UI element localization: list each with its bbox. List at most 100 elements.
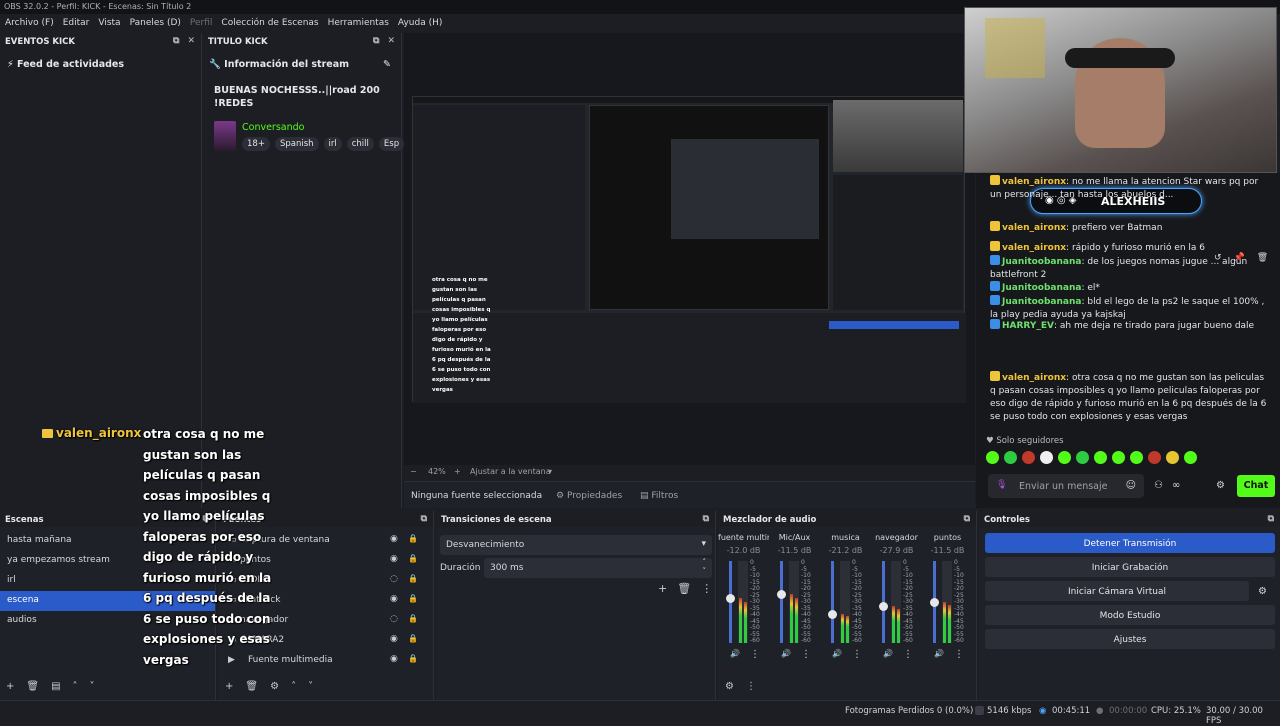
more-icon[interactable]: ⋮ (852, 649, 862, 660)
float-icon[interactable]: ⧉ (703, 514, 709, 524)
chat-username[interactable]: HARRY_EV (1002, 321, 1054, 331)
lock-icon[interactable]: 🔒 (408, 534, 418, 543)
speaker-icon[interactable]: 🔊 (883, 649, 893, 658)
float-icon[interactable]: ⧉ (173, 36, 179, 46)
link-icon[interactable]: ∞ (1172, 480, 1180, 491)
volume-fader[interactable] (780, 561, 783, 643)
add-icon[interactable]: + (6, 681, 14, 692)
float-icon[interactable]: ⧉ (964, 514, 970, 524)
more-icon[interactable]: ⋮ (801, 649, 811, 660)
fader-knob[interactable] (879, 602, 888, 611)
chat-input[interactable]: 🎙 Enviar un mensaje ☺ (988, 474, 1144, 498)
emote-icon[interactable] (1058, 451, 1071, 464)
menu-item[interactable]: Colección de Escenas (221, 18, 318, 33)
advanced-audio-icon[interactable]: ⚙ (725, 681, 734, 692)
menu-item[interactable]: Paneles (D) (130, 18, 181, 33)
menu-item[interactable]: Archivo (F) (5, 18, 54, 33)
volume-fader[interactable] (831, 561, 834, 643)
emoji-icon[interactable]: ☺ (1126, 480, 1136, 491)
fader-knob[interactable] (777, 590, 786, 599)
emote-icon[interactable] (1022, 451, 1035, 464)
more-icon[interactable]: ⋮ (746, 681, 756, 692)
properties-button[interactable]: ⚙ Propiedades (556, 491, 622, 501)
chevron-down-icon[interactable]: ▾ (548, 467, 552, 476)
lock-icon[interactable]: 🔒 (408, 634, 418, 643)
trash-icon[interactable]: 🗑 (26, 681, 39, 692)
reply-icon[interactable]: ↺ (1214, 253, 1222, 267)
visibility-icon[interactable]: ◌ (390, 574, 398, 584)
zoom-out-icon[interactable]: − (410, 467, 417, 476)
control-button[interactable]: Modo Estudio (985, 605, 1275, 625)
filter-icon[interactable]: ▤ (51, 681, 60, 692)
more-icon[interactable]: ⋮ (701, 582, 712, 595)
filters-button[interactable]: ▤ Filtros (640, 491, 678, 501)
virtual-camera-settings-icon[interactable]: ⚙ (1258, 586, 1267, 597)
lock-icon[interactable]: 🔒 (408, 594, 418, 603)
speaker-icon[interactable]: 🔊 (934, 649, 944, 658)
preview-canvas[interactable]: otra cosa q no me gustan son las películas… (404, 33, 975, 465)
emote-icon[interactable] (1130, 451, 1143, 464)
more-icon[interactable]: ⋮ (954, 649, 964, 660)
visibility-icon[interactable]: ◉ (390, 634, 398, 644)
close-icon[interactable]: ✕ (387, 36, 395, 46)
emote-icon[interactable] (986, 451, 999, 464)
chat-username[interactable]: Juanitoobanana (1002, 283, 1081, 293)
edit-icon[interactable]: ✎ (383, 59, 391, 70)
chat-username[interactable]: valen_aironx (1002, 223, 1066, 233)
lock-icon[interactable]: 🔒 (408, 574, 418, 583)
emote-icon[interactable] (1040, 451, 1053, 464)
chevron-up-icon[interactable]: ˄ (73, 681, 78, 692)
visibility-icon[interactable]: ◉ (390, 594, 398, 604)
float-icon[interactable]: ⧉ (1268, 514, 1274, 524)
more-icon[interactable]: ⋮ (903, 649, 913, 660)
delete-icon[interactable]: 🗑 (1257, 253, 1268, 267)
pin-icon[interactable]: 📌 (1234, 253, 1245, 267)
visibility-icon[interactable]: ◉ (390, 534, 398, 544)
users-icon[interactable]: ⚇ (1154, 480, 1163, 491)
fader-knob[interactable] (930, 598, 939, 607)
mic-icon[interactable]: 🎙 (996, 480, 1007, 490)
speaker-icon[interactable]: 🔊 (730, 649, 740, 658)
chat-username[interactable]: valen_aironx (1002, 243, 1066, 253)
menu-item[interactable]: Ayuda (H) (398, 18, 442, 33)
trash-icon[interactable]: 🗑 (677, 582, 691, 595)
more-icon[interactable]: ⋮ (750, 649, 760, 660)
float-icon[interactable]: ⧉ (373, 36, 379, 46)
gear-icon[interactable]: ⚙ (270, 681, 279, 692)
visibility-icon[interactable]: ◉ (390, 554, 398, 564)
menu-item[interactable]: Vista (98, 18, 120, 33)
stepper-icon[interactable]: ˄ ˅ (703, 558, 707, 576)
visibility-icon[interactable]: ◌ (390, 614, 398, 624)
fader-knob[interactable] (726, 594, 735, 603)
chat-username[interactable]: valen_aironx (1002, 177, 1066, 187)
emote-icon[interactable] (1112, 451, 1125, 464)
chevron-up-icon[interactable]: ˄ (291, 681, 296, 692)
lock-icon[interactable]: 🔒 (408, 554, 418, 563)
add-icon[interactable]: + (225, 681, 233, 692)
chat-send-button[interactable]: Chat (1237, 475, 1275, 497)
add-icon[interactable]: + (658, 582, 667, 595)
emote-icon[interactable] (1148, 451, 1161, 464)
control-button[interactable]: Ajustes (985, 629, 1275, 649)
fader-knob[interactable] (828, 610, 837, 619)
fit-to-window-button[interactable]: Ajustar a la ventana (470, 467, 551, 476)
visibility-icon[interactable]: ◉ (390, 654, 398, 664)
chevron-down-icon[interactable]: ˅ (90, 681, 95, 692)
lock-icon[interactable]: 🔒 (408, 614, 418, 623)
close-icon[interactable]: ✕ (187, 36, 195, 46)
emote-icon[interactable] (1166, 451, 1179, 464)
control-button[interactable]: Iniciar Cámara Virtual (985, 581, 1249, 601)
settings-icon[interactable]: ⚙ (1216, 480, 1225, 491)
zoom-in-icon[interactable]: + (454, 467, 461, 476)
speaker-icon[interactable]: 🔊 (832, 649, 842, 658)
emote-icon[interactable] (1076, 451, 1089, 464)
menu-item[interactable]: Herramientas (328, 18, 389, 33)
chat-username[interactable]: valen_aironx (1002, 373, 1066, 383)
duration-field[interactable]: 300 ms ˄ ˅ (484, 558, 712, 578)
transition-select[interactable]: Desvanecimiento ▾ (440, 535, 712, 555)
chat-username[interactable]: Juanitoobanana (1002, 257, 1081, 267)
menu-item[interactable]: Editar (63, 18, 90, 33)
float-icon[interactable]: ⧉ (421, 514, 427, 524)
emote-icon[interactable] (1094, 451, 1107, 464)
speaker-icon[interactable]: 🔊 (781, 649, 791, 658)
